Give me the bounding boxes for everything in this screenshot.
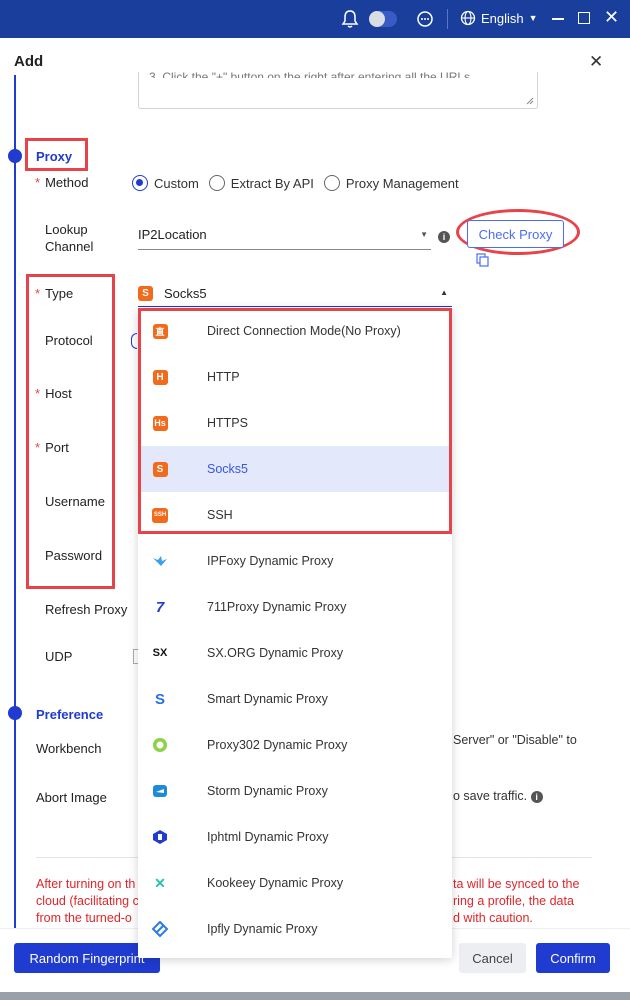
method-custom-label[interactable]: Custom bbox=[154, 176, 199, 191]
lookup-channel-label: Lookup Channel bbox=[45, 222, 94, 254]
language-selector[interactable]: English ▼ bbox=[460, 10, 538, 26]
protocol-radio-edge[interactable] bbox=[131, 333, 137, 349]
socks5-badge-icon: S bbox=[138, 286, 153, 301]
url-hint-text: 3. Click the "+" button on the right aft… bbox=[149, 70, 474, 78]
dropdown-item-ipfly[interactable]: Ipfly Dynamic Proxy bbox=[138, 906, 452, 952]
smart-icon: S bbox=[154, 690, 165, 708]
host-label: * Host bbox=[35, 386, 72, 401]
dropdown-item-kookeey[interactable]: ✕ Kookeey Dynamic Proxy bbox=[138, 860, 452, 906]
kookeey-icon: ✕ bbox=[154, 874, 166, 891]
chevron-down-icon: ▼ bbox=[528, 13, 538, 23]
bell-icon[interactable] bbox=[341, 9, 359, 29]
preference-step-dot bbox=[8, 706, 22, 720]
method-label: * Method bbox=[35, 175, 89, 190]
port-label: * Port bbox=[35, 440, 69, 455]
proxy-step-dot bbox=[8, 149, 22, 163]
type-select[interactable]: S Socks5 ▲ bbox=[138, 284, 452, 307]
theme-toggle[interactable] bbox=[369, 11, 397, 27]
password-label: Password bbox=[45, 548, 103, 563]
method-radio-group: Custom Extract By API Proxy Management bbox=[132, 175, 459, 191]
cancel-button[interactable]: Cancel bbox=[459, 943, 526, 973]
abort-image-hint: o save traffic. i bbox=[453, 789, 543, 803]
ipfoxy-icon bbox=[152, 553, 168, 569]
method-api-radio[interactable] bbox=[208, 175, 225, 191]
type-select-value: Socks5 bbox=[164, 286, 207, 301]
timeline-line bbox=[14, 75, 16, 950]
window-bottom-edge bbox=[0, 992, 630, 1000]
type-label: * Type bbox=[35, 286, 74, 301]
support-icon[interactable] bbox=[415, 9, 435, 29]
warning-text-left: After turning on th cloud (facilitating c… bbox=[36, 877, 139, 925]
sxorg-icon: SX bbox=[152, 647, 168, 659]
resize-handle-icon[interactable] bbox=[526, 97, 534, 105]
proxy302-icon bbox=[152, 737, 168, 753]
confirm-button[interactable]: Confirm bbox=[536, 943, 610, 973]
info-icon[interactable]: i bbox=[438, 231, 450, 243]
method-custom-radio[interactable] bbox=[132, 175, 148, 191]
lookup-channel-select[interactable]: IP2Location ▼ bbox=[138, 227, 431, 250]
dropdown-item-proxy302[interactable]: Proxy302 Dynamic Proxy bbox=[138, 722, 452, 768]
globe-icon bbox=[460, 10, 476, 26]
divider bbox=[447, 9, 448, 29]
protocol-label: Protocol bbox=[45, 333, 93, 348]
dropdown-basic-types-highlight bbox=[138, 308, 452, 534]
dropdown-item-storm[interactable]: Storm Dynamic Proxy bbox=[138, 768, 452, 814]
workbench-label: Workbench bbox=[36, 741, 102, 756]
dropdown-item-iphtml[interactable]: Iphtml Dynamic Proxy bbox=[138, 814, 452, 860]
fields-highlight bbox=[26, 274, 115, 589]
lookup-channel-value: IP2Location bbox=[138, 227, 207, 242]
udp-label: UDP bbox=[45, 649, 73, 664]
close-icon[interactable]: ✕ bbox=[589, 52, 603, 72]
preference-section-title: Preference bbox=[36, 707, 104, 722]
caret-down-icon: ▼ bbox=[420, 230, 428, 239]
check-proxy-button[interactable]: Check Proxy bbox=[467, 220, 564, 248]
username-label: Username bbox=[45, 494, 105, 509]
minimize-icon[interactable] bbox=[552, 18, 564, 20]
abort-image-label: Abort Image bbox=[36, 790, 107, 805]
dialog-title: Add bbox=[14, 53, 44, 70]
storm-icon bbox=[152, 783, 168, 799]
copy-icon[interactable] bbox=[476, 253, 489, 267]
method-api-label[interactable]: Extract By API bbox=[231, 176, 314, 191]
iphtml-icon bbox=[152, 829, 168, 845]
language-label: English bbox=[481, 10, 524, 26]
url-textarea[interactable]: 3. Click the "+" button on the right aft… bbox=[138, 70, 538, 109]
workbench-hint: Server" or "Disable" to bbox=[453, 733, 577, 747]
711proxy-icon: 7 bbox=[155, 598, 165, 616]
top-bar: English ▼ ✕ bbox=[0, 0, 630, 38]
method-management-radio[interactable] bbox=[323, 175, 340, 191]
dropdown-item-711proxy[interactable]: 7 711Proxy Dynamic Proxy bbox=[138, 584, 452, 630]
dropdown-item-smart[interactable]: S Smart Dynamic Proxy bbox=[138, 676, 452, 722]
method-management-label[interactable]: Proxy Management bbox=[346, 176, 459, 191]
refresh-proxy-label: Refresh Proxy bbox=[45, 602, 128, 617]
window-close-icon[interactable]: ✕ bbox=[604, 7, 619, 28]
abort-info-icon[interactable]: i bbox=[530, 791, 543, 803]
ipfly-icon bbox=[152, 921, 168, 937]
warning-text-right: ta will be synced to the ring a profile, … bbox=[453, 877, 580, 925]
dropdown-item-sxorg[interactable]: SX SX.ORG Dynamic Proxy bbox=[138, 630, 452, 676]
caret-up-icon: ▲ bbox=[440, 288, 448, 297]
proxy-section-title: Proxy bbox=[36, 149, 73, 164]
toggle-knob bbox=[369, 11, 385, 27]
dropdown-item-ipfoxy[interactable]: IPFoxy Dynamic Proxy bbox=[138, 538, 452, 584]
maximize-icon[interactable] bbox=[578, 12, 590, 24]
